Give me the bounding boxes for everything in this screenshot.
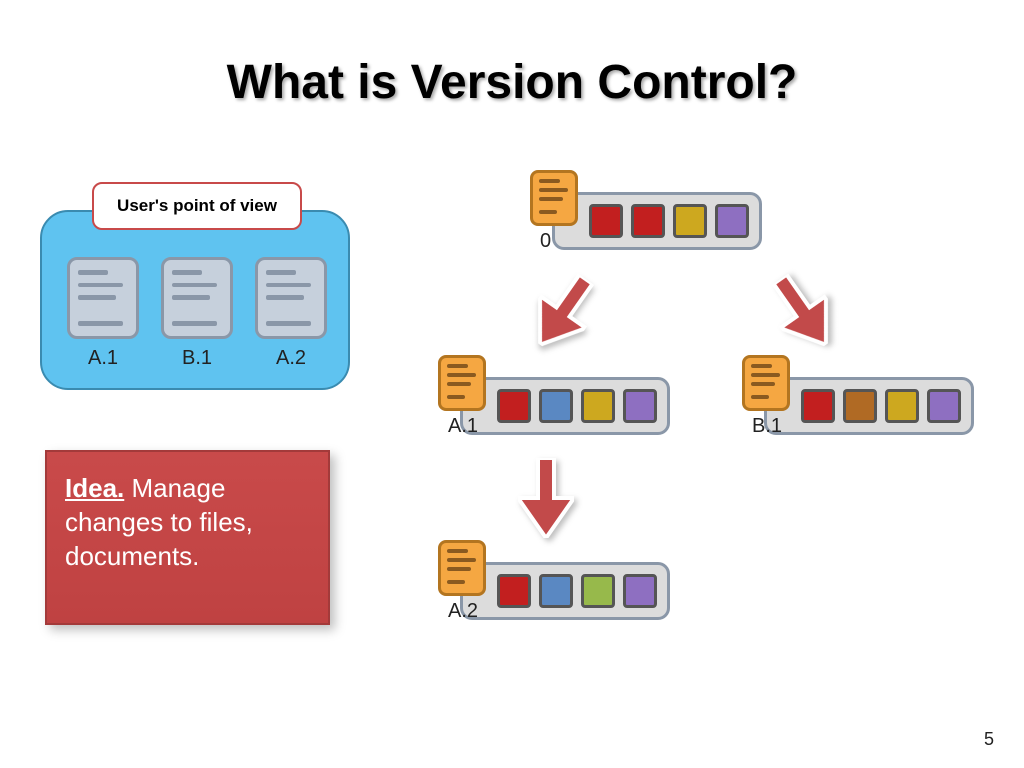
- snapshot-block: [581, 389, 615, 423]
- version-label: A.2: [448, 600, 478, 623]
- snapshot-block: [623, 389, 657, 423]
- snapshot-block: [497, 389, 531, 423]
- snapshot-block: [589, 204, 623, 238]
- arrow-icon: [757, 263, 849, 361]
- note-icon: [530, 170, 578, 226]
- document-icon: [161, 257, 233, 339]
- snapshot-block: [927, 389, 961, 423]
- snapshot-bar: [460, 562, 670, 620]
- pov-doc-label: A.2: [255, 347, 327, 370]
- version-label: B.1: [752, 415, 782, 438]
- snapshot-block: [715, 204, 749, 238]
- idea-prefix: Idea.: [65, 473, 124, 503]
- pov-label: User's point of view: [92, 182, 302, 230]
- snapshot-block: [673, 204, 707, 238]
- snapshot-bar: [460, 377, 670, 435]
- document-icon: [255, 257, 327, 339]
- snapshot-bar: [552, 192, 762, 250]
- pov-doc-label: A.1: [67, 347, 139, 370]
- snapshot-block: [539, 574, 573, 608]
- note-icon: [438, 355, 486, 411]
- version-label: 0: [540, 230, 551, 253]
- pov-doc-label: B.1: [161, 347, 233, 370]
- snapshot-block: [631, 204, 665, 238]
- snapshot-block: [539, 389, 573, 423]
- snapshot-block: [801, 389, 835, 423]
- document-icon: [67, 257, 139, 339]
- idea-box: Idea. Manage changes to files, documents…: [45, 450, 330, 625]
- arrow-icon: [517, 263, 609, 361]
- arrow-icon: [518, 458, 574, 538]
- snapshot-bar: [764, 377, 974, 435]
- page-number: 5: [984, 729, 994, 750]
- slide-title: What is Version Control?: [0, 55, 1024, 110]
- version-label: A.1: [448, 415, 478, 438]
- pov-docs: [67, 257, 327, 339]
- pov-doc-labels: A.1 B.1 A.2: [67, 347, 327, 370]
- pov-box: User's point of view A.1 B.1 A.2: [40, 210, 350, 390]
- snapshot-block: [885, 389, 919, 423]
- pov-container: User's point of view A.1 B.1 A.2: [40, 195, 350, 390]
- note-icon: [438, 540, 486, 596]
- snapshot-block: [623, 574, 657, 608]
- snapshot-block: [581, 574, 615, 608]
- snapshot-block: [843, 389, 877, 423]
- note-icon: [742, 355, 790, 411]
- snapshot-block: [497, 574, 531, 608]
